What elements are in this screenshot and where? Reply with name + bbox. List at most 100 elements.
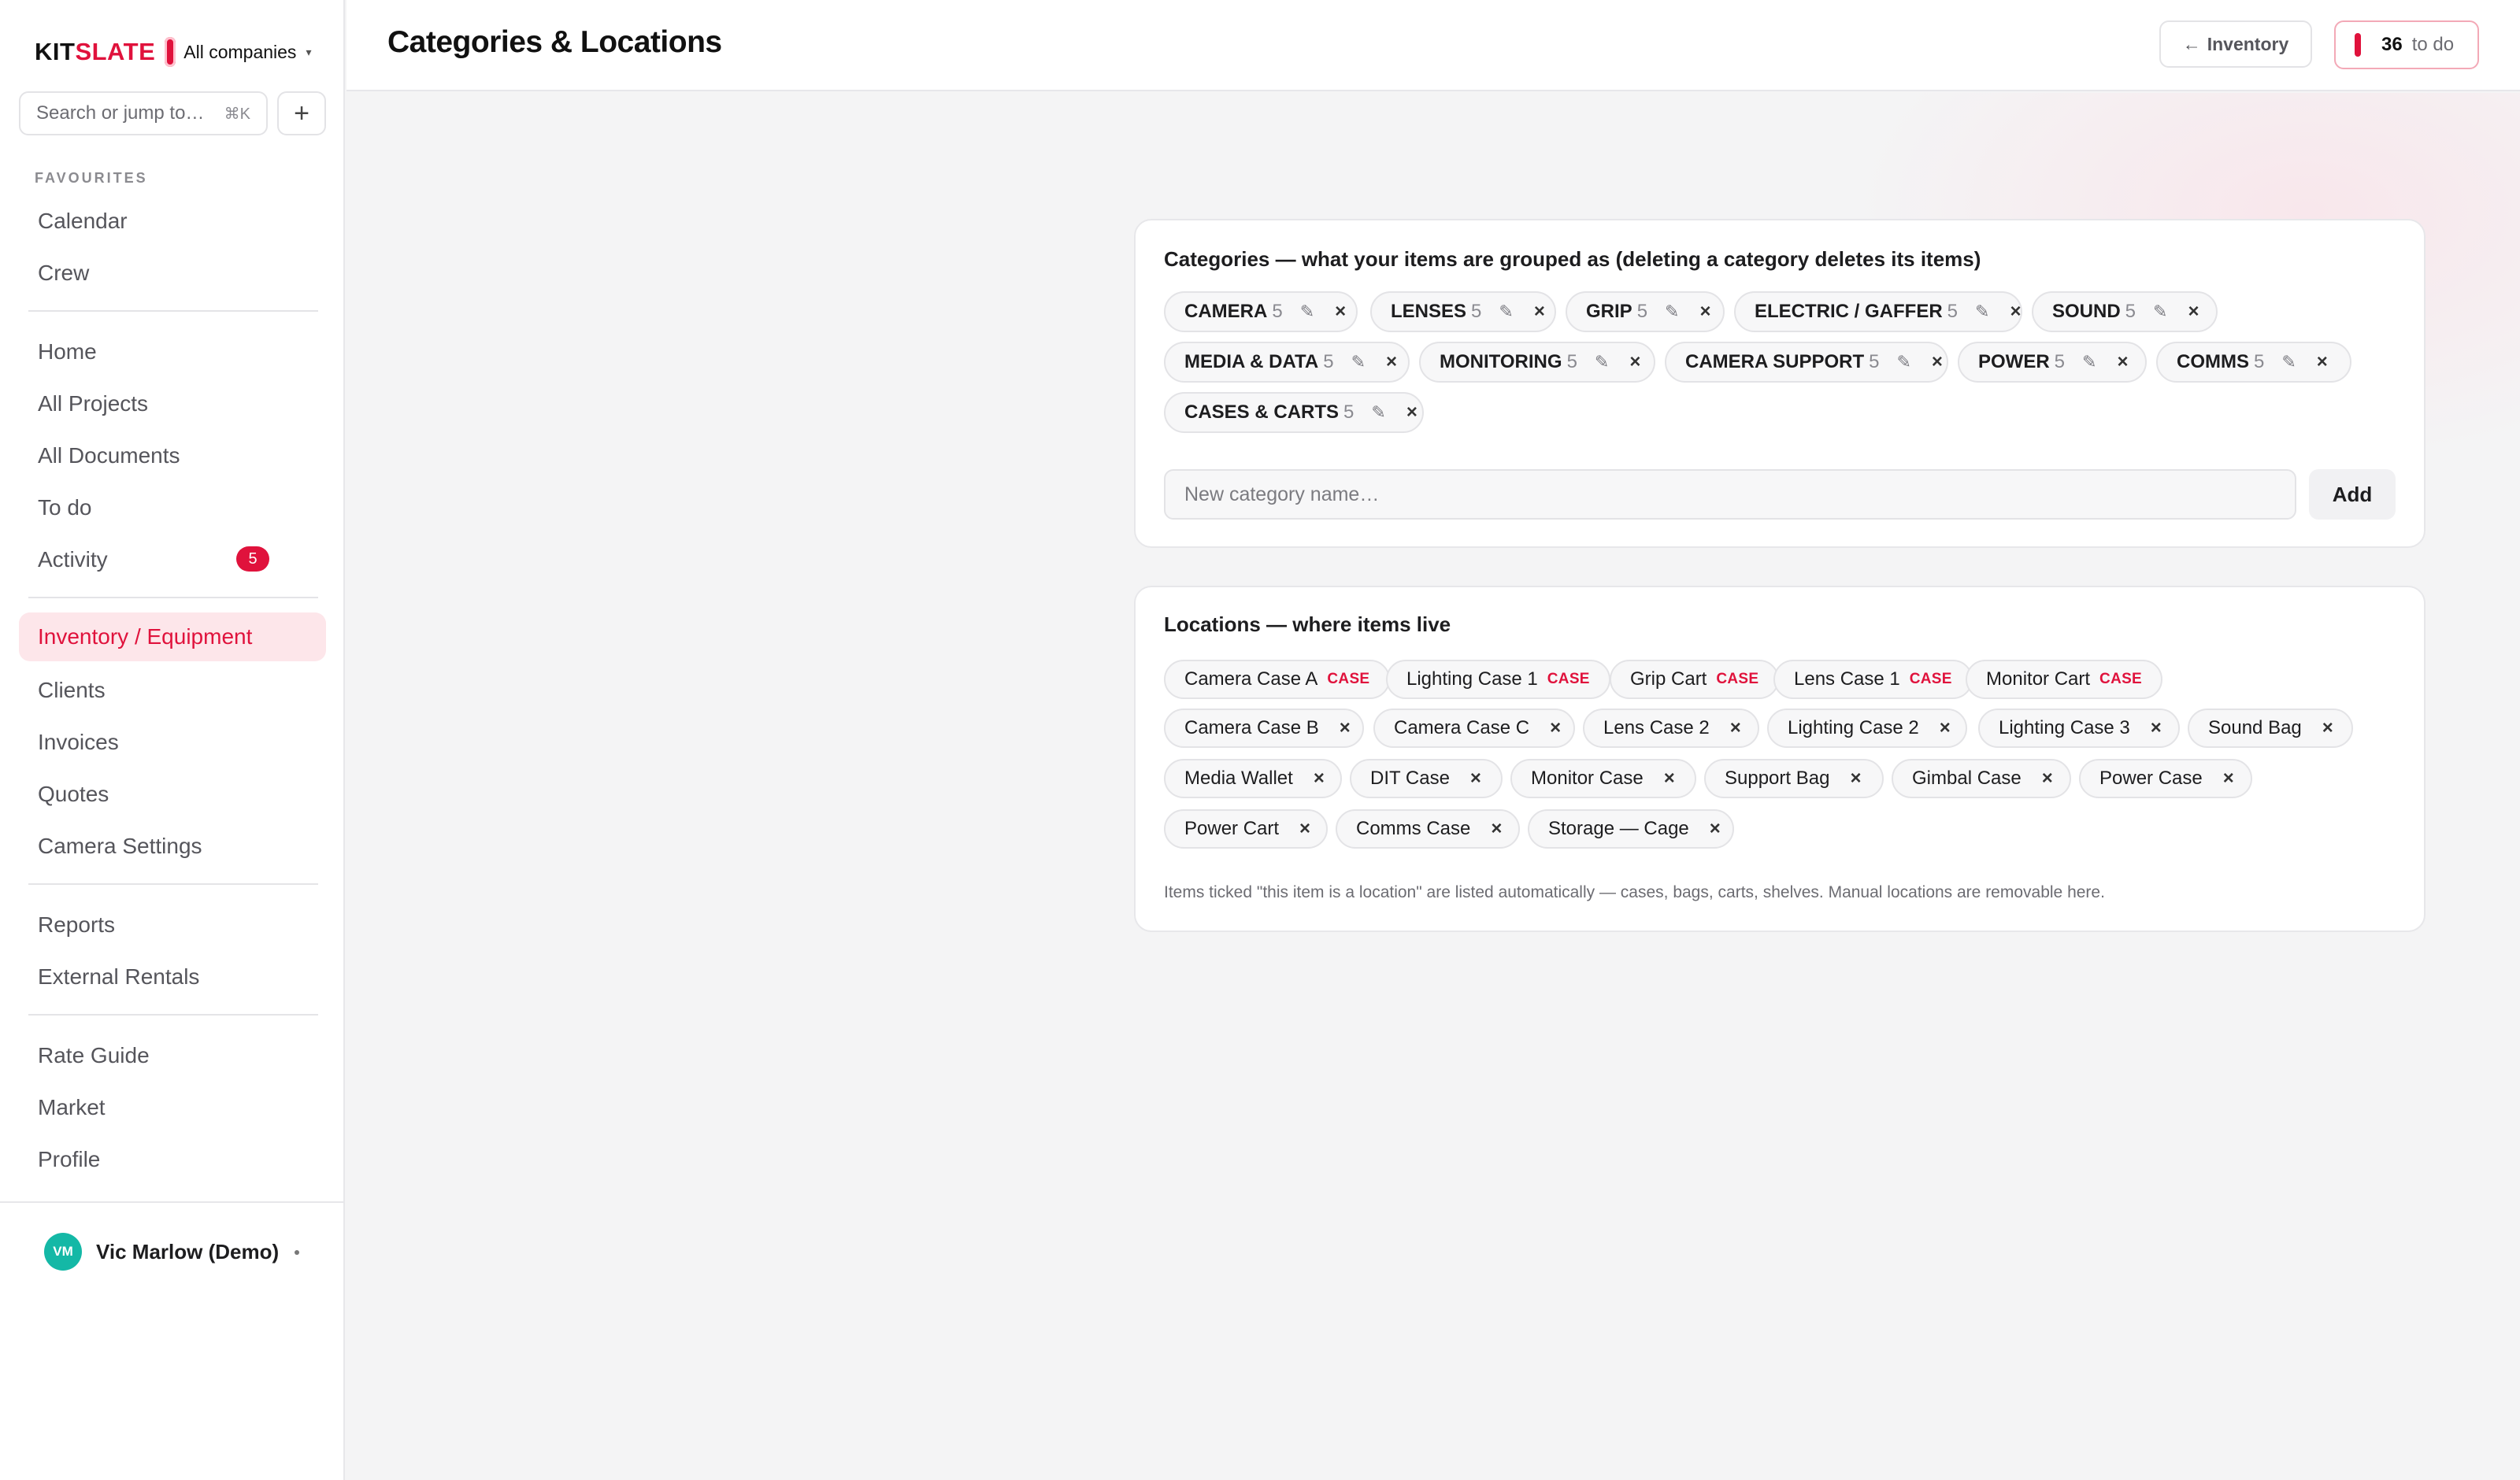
pencil-icon[interactable]: ✎ [1896, 352, 1910, 372]
close-icon[interactable]: × [2151, 717, 2162, 739]
close-icon[interactable]: × [2117, 351, 2128, 373]
sidebar-item-calendar[interactable]: Calendar [38, 202, 128, 241]
sidebar-item-reports[interactable]: Reports [38, 905, 115, 945]
chevron-down-icon[interactable]: ▾ [306, 46, 311, 59]
user-menu-icon[interactable] [295, 1250, 299, 1255]
back-to-inventory-button[interactable]: ← Inventory [2159, 20, 2312, 68]
sidebar-item-to-do[interactable]: To do [38, 488, 92, 527]
company-switcher[interactable]: All companies [183, 42, 296, 63]
close-icon[interactable]: × [1629, 351, 1640, 373]
location-chip[interactable]: Camera Case C × [1373, 709, 1575, 748]
location-chip[interactable]: Sound Bag × [2188, 709, 2353, 748]
sidebar-item-activity[interactable]: Activity [38, 540, 108, 579]
category-chip[interactable]: CAMERA 5 ✎ × [1164, 291, 1358, 332]
close-icon[interactable]: × [1730, 717, 1741, 739]
pencil-icon[interactable]: ✎ [1371, 402, 1385, 423]
category-chip[interactable]: SOUND 5 ✎ × [2032, 291, 2218, 332]
pencil-icon[interactable]: ✎ [1300, 302, 1314, 322]
location-chip[interactable]: Monitor Cart CASE [1966, 660, 2163, 699]
kitslate-logo[interactable]: KITSLATE [35, 38, 155, 66]
location-chip[interactable]: Monitor Case × [1510, 759, 1696, 798]
avatar[interactable]: VM [44, 1233, 82, 1271]
location-chip[interactable]: Power Case × [2079, 759, 2252, 798]
search-input[interactable]: Search or jump to… ⌘K [19, 91, 268, 135]
pencil-icon[interactable]: ✎ [1499, 302, 1513, 322]
close-icon[interactable]: × [1550, 717, 1561, 739]
sidebar-item-camera-settings[interactable]: Camera Settings [38, 827, 202, 866]
sidebar-item-external-rentals[interactable]: External Rentals [38, 957, 199, 997]
user-name[interactable]: Vic Marlow (Demo) [96, 1236, 279, 1267]
pencil-icon[interactable]: ✎ [1975, 302, 1989, 322]
location-chip[interactable]: Lens Case 1 CASE [1773, 660, 1973, 699]
category-chip[interactable]: CASES & CARTS 5 ✎ × [1164, 392, 1424, 433]
location-chip[interactable]: Gimbal Case × [1892, 759, 2071, 798]
location-chip[interactable]: Support Bag × [1704, 759, 1884, 798]
add-category-button[interactable]: Add [2309, 469, 2396, 520]
location-chip[interactable]: Storage — Cage × [1528, 809, 1734, 849]
location-chip[interactable]: Camera Case A CASE [1164, 660, 1391, 699]
sidebar-item-inventory-equipment[interactable]: Inventory / Equipment [38, 617, 252, 657]
location-chip[interactable]: Lighting Case 2 × [1767, 709, 1967, 748]
close-icon[interactable]: × [2317, 351, 2328, 373]
add-button[interactable]: + [277, 91, 326, 135]
pencil-icon[interactable]: ✎ [2281, 352, 2296, 372]
close-icon[interactable]: × [1699, 301, 1710, 323]
close-icon[interactable]: × [1386, 351, 1397, 373]
close-icon[interactable]: × [2010, 301, 2021, 323]
close-icon[interactable]: × [1491, 818, 1502, 840]
case-tag: CASE [1716, 671, 1759, 687]
pencil-icon[interactable]: ✎ [2153, 302, 2167, 322]
category-chip[interactable]: GRIP 5 ✎ × [1566, 291, 1725, 332]
todo-button[interactable]: 36 to do [2334, 20, 2479, 69]
category-chip[interactable]: COMMS 5 ✎ × [2156, 342, 2351, 383]
pencil-icon[interactable]: ✎ [1665, 302, 1679, 322]
sidebar-item-all-projects[interactable]: All Projects [38, 384, 148, 424]
category-chip[interactable]: POWER 5 ✎ × [1958, 342, 2147, 383]
sidebar-item-home[interactable]: Home [38, 332, 97, 372]
sidebar-item-market[interactable]: Market [38, 1088, 106, 1127]
close-icon[interactable]: × [1932, 351, 1943, 373]
close-icon[interactable]: × [2322, 717, 2333, 739]
close-icon[interactable]: × [1850, 768, 1861, 790]
location-chip[interactable]: Lighting Case 1 CASE [1386, 660, 1610, 699]
close-icon[interactable]: × [2188, 301, 2199, 323]
sidebar-item-profile[interactable]: Profile [38, 1140, 100, 1179]
new-category-input[interactable] [1164, 469, 2296, 520]
location-chip[interactable]: Media Wallet × [1164, 759, 1342, 798]
close-icon[interactable]: × [1710, 818, 1721, 840]
sidebar-item-all-documents[interactable]: All Documents [38, 436, 180, 475]
sidebar-item-invoices[interactable]: Invoices [38, 723, 119, 762]
close-icon[interactable]: × [1335, 301, 1346, 323]
category-chip[interactable]: CAMERA SUPPORT 5 ✎ × [1665, 342, 1948, 383]
close-icon[interactable]: × [1534, 301, 1545, 323]
close-icon[interactable]: × [2223, 768, 2234, 790]
sidebar-item-rate-guide[interactable]: Rate Guide [38, 1036, 150, 1075]
category-chip[interactable]: MEDIA & DATA 5 ✎ × [1164, 342, 1410, 383]
close-icon[interactable]: × [1940, 717, 1951, 739]
pencil-icon[interactable]: ✎ [1595, 352, 1609, 372]
close-icon[interactable]: × [1664, 768, 1675, 790]
location-chip[interactable]: DIT Case × [1350, 759, 1503, 798]
sidebar-item-crew[interactable]: Crew [38, 253, 89, 293]
category-chip[interactable]: MONITORING 5 ✎ × [1419, 342, 1655, 383]
pencil-icon[interactable]: ✎ [2082, 352, 2096, 372]
close-icon[interactable]: × [1406, 401, 1418, 424]
location-chip[interactable]: Camera Case B × [1164, 709, 1364, 748]
logo-mark-icon [165, 37, 176, 67]
location-chip[interactable]: Lighting Case 3 × [1978, 709, 2180, 748]
case-tag: CASE [1547, 671, 1590, 687]
close-icon[interactable]: × [1299, 818, 1310, 840]
close-icon[interactable]: × [1470, 768, 1481, 790]
close-icon[interactable]: × [1314, 768, 1325, 790]
category-chip[interactable]: ELECTRIC / GAFFER 5 ✎ × [1734, 291, 2022, 332]
close-icon[interactable]: × [2042, 768, 2053, 790]
location-chip[interactable]: Comms Case × [1336, 809, 1520, 849]
category-chip[interactable]: LENSES 5 ✎ × [1370, 291, 1556, 332]
close-icon[interactable]: × [1340, 717, 1351, 739]
sidebar-item-clients[interactable]: Clients [38, 671, 106, 710]
sidebar-item-quotes[interactable]: Quotes [38, 775, 109, 814]
location-chip[interactable]: Lens Case 2 × [1583, 709, 1759, 748]
location-chip[interactable]: Power Cart × [1164, 809, 1328, 849]
location-chip[interactable]: Grip Cart CASE [1610, 660, 1780, 699]
pencil-icon[interactable]: ✎ [1351, 352, 1366, 372]
